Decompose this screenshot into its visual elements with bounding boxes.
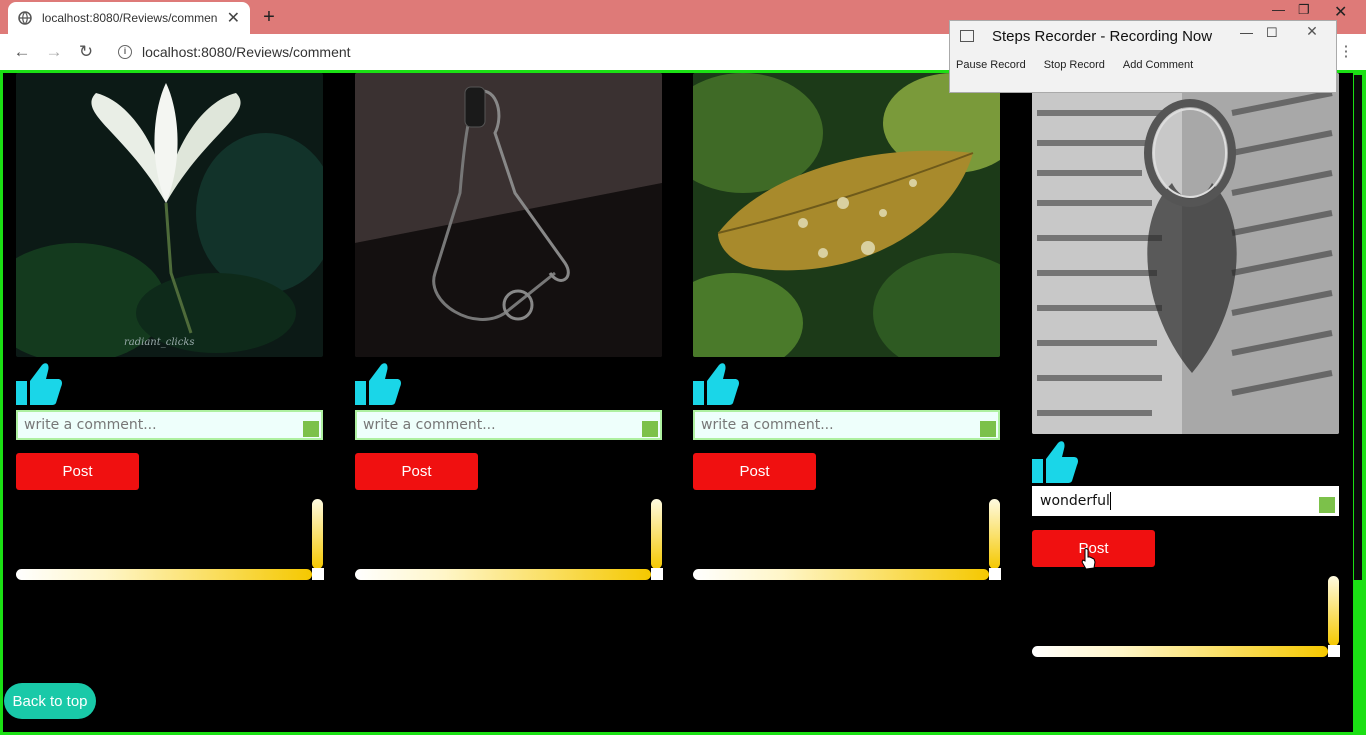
input-resize-handle[interactable]: [1319, 497, 1335, 513]
post-button[interactable]: Post: [693, 453, 816, 490]
back-to-top-button[interactable]: Back to top: [4, 683, 96, 719]
hand-pointer-icon: [1081, 548, 1096, 570]
review-photo: [1032, 73, 1339, 434]
photo-watermark: radiant_clicks: [124, 337, 195, 348]
comment-value: wonderful: [1040, 493, 1110, 509]
horizontal-slider[interactable]: [693, 569, 989, 580]
vertical-slider[interactable]: [651, 499, 662, 569]
recorder-maximize-icon[interactable]: ☐: [1266, 25, 1278, 41]
stop-record-button[interactable]: Stop Record: [1044, 59, 1105, 77]
page-content: radiant_clicks write a comment... Post w…: [0, 70, 1366, 735]
recorder-title-bar: Steps Recorder - Recording Now: [950, 21, 1336, 51]
slider-corner: [989, 568, 1001, 580]
new-tab-button[interactable]: +: [258, 6, 280, 28]
browser-menu-icon[interactable]: ⋮: [1336, 42, 1356, 62]
scrollbar-thumb[interactable]: [1354, 75, 1362, 580]
comment-input[interactable]: wonderful: [1031, 485, 1340, 517]
comment-input[interactable]: write a comment...: [693, 410, 1000, 440]
input-resize-handle[interactable]: [980, 421, 996, 437]
page-scrollbar[interactable]: [1353, 73, 1363, 733]
globe-icon: [18, 11, 32, 25]
vertical-slider[interactable]: [989, 499, 1000, 569]
comment-placeholder: write a comment...: [363, 417, 496, 433]
post-button[interactable]: Post: [16, 453, 139, 490]
steps-recorder-window: Steps Recorder - Recording Now — ☐ ✕ Pau…: [949, 20, 1337, 93]
review-photo: [693, 73, 1000, 357]
recorder-title: Steps Recorder - Recording Now: [992, 27, 1213, 45]
restore-window-icon[interactable]: ❐: [1298, 2, 1310, 18]
horizontal-slider[interactable]: [355, 569, 651, 580]
horizontal-slider[interactable]: [1032, 646, 1328, 657]
browser-tab[interactable]: localhost:8080/Reviews/comment ✕: [8, 2, 250, 34]
comment-input[interactable]: write a comment...: [16, 410, 323, 440]
text-caret: [1109, 492, 1111, 510]
slider-corner: [651, 568, 663, 580]
like-thumbs-up-icon[interactable]: [693, 361, 739, 405]
slider-corner: [1328, 645, 1340, 657]
recorder-toolbar: Pause Record Stop Record Add Comment: [956, 59, 1330, 77]
comment-placeholder: write a comment...: [701, 417, 834, 433]
recorder-close-icon[interactable]: ✕: [1292, 23, 1332, 43]
input-resize-handle[interactable]: [642, 421, 658, 437]
review-photo: [355, 73, 662, 357]
horizontal-slider[interactable]: [16, 569, 312, 580]
like-thumbs-up-icon[interactable]: [355, 361, 401, 405]
vertical-slider[interactable]: [312, 499, 323, 569]
address-bar[interactable]: i localhost:8080/Reviews/comment: [110, 38, 950, 66]
url-text: localhost:8080/Reviews/comment: [142, 44, 351, 60]
slider-corner: [312, 568, 324, 580]
add-comment-button[interactable]: Add Comment: [1123, 59, 1193, 77]
like-thumbs-up-icon[interactable]: [1032, 439, 1078, 483]
input-resize-handle[interactable]: [303, 421, 319, 437]
minimize-window-icon[interactable]: —: [1272, 2, 1285, 17]
vertical-slider[interactable]: [1328, 576, 1339, 646]
recorder-minimize-icon[interactable]: —: [1240, 25, 1253, 40]
like-thumbs-up-icon[interactable]: [16, 361, 62, 405]
close-window-icon[interactable]: ✕: [1334, 2, 1347, 22]
close-tab-icon[interactable]: ✕: [227, 8, 240, 28]
reload-icon[interactable]: ↻: [76, 42, 96, 62]
site-info-icon[interactable]: i: [118, 45, 132, 59]
pause-record-button[interactable]: Pause Record: [956, 59, 1026, 77]
post-button[interactable]: Post: [355, 453, 478, 490]
back-arrow-icon[interactable]: ←: [12, 42, 32, 62]
recorder-app-icon: [960, 30, 974, 42]
tab-title: localhost:8080/Reviews/comment: [42, 11, 217, 25]
review-photo: radiant_clicks: [16, 73, 323, 357]
comment-input[interactable]: write a comment...: [355, 410, 662, 440]
forward-arrow-icon[interactable]: →: [44, 42, 64, 62]
comment-placeholder: write a comment...: [24, 417, 157, 433]
